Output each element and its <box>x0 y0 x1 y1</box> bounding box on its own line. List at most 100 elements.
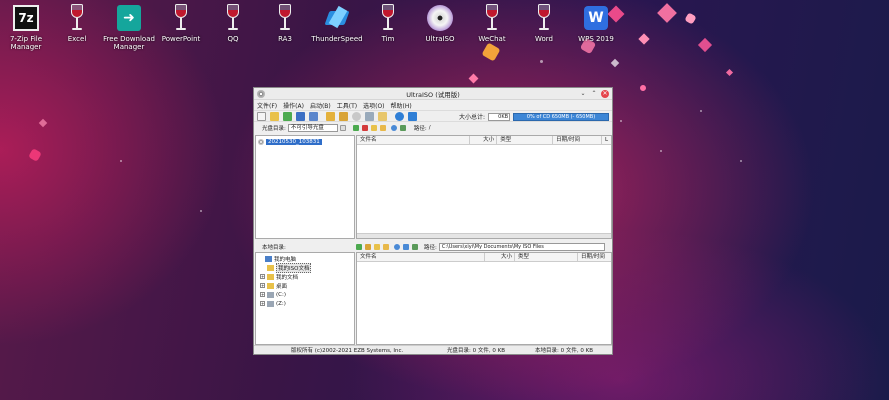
local-add-icon[interactable] <box>356 243 362 250</box>
burn-icon[interactable] <box>352 111 361 121</box>
maximize-button[interactable]: ⌃ <box>590 90 598 98</box>
wine-glass-icon <box>166 3 196 33</box>
col-filename[interactable]: 文件名 <box>357 136 471 144</box>
new-folder-icon[interactable] <box>370 124 377 131</box>
desktop-icon-thunderspeed[interactable]: ThunderSpeed <box>311 3 363 43</box>
view-icon[interactable] <box>399 124 406 131</box>
properties-icon[interactable] <box>378 111 387 121</box>
menu-options[interactable]: 选项(O) <box>363 101 384 110</box>
size-total-label: 大小总计: <box>459 114 486 121</box>
local-col-filename[interactable]: 文件名 <box>357 253 485 261</box>
new-icon[interactable] <box>257 111 266 121</box>
image-status: 光盘目录: 0 文件, 0 KB <box>447 348 505 354</box>
fdm-icon: ➜ <box>114 3 144 33</box>
iso-root-item[interactable]: 20210530_103831 <box>266 138 322 145</box>
up-folder-icon[interactable] <box>379 124 386 131</box>
info-icon[interactable] <box>395 111 404 121</box>
desktop-icon-label: QQ <box>227 35 239 43</box>
local-refresh-icon[interactable] <box>394 243 400 250</box>
computer-icon <box>265 255 272 262</box>
desktop-icon-excel[interactable]: Excel <box>51 3 103 43</box>
menu-help[interactable]: 帮助(H) <box>391 101 412 110</box>
wine-glass-icon <box>477 3 507 33</box>
tree-item-label: 桌面 <box>276 283 288 290</box>
local-file-list[interactable]: 文件名 大小 类型 日期/时间 <box>356 252 612 345</box>
wine-glass-icon <box>529 3 559 33</box>
open-icon[interactable] <box>270 111 279 121</box>
image-path-value: / <box>428 124 431 131</box>
save-icon[interactable] <box>296 111 305 121</box>
desktop-icon-powerpoint[interactable]: PowerPoint <box>155 3 207 43</box>
tree-toggle-icon[interactable]: + <box>260 301 265 306</box>
size-total-value: 0KB <box>488 112 511 121</box>
close-button[interactable]: ✕ <box>601 90 609 98</box>
desktop-icon-word[interactable]: Word <box>518 3 570 43</box>
horizontal-scrollbar[interactable] <box>357 233 611 238</box>
local-tree-item[interactable]: + 我的文档 <box>256 272 354 281</box>
desktop-icon-wechat[interactable]: WeChat <box>466 3 518 43</box>
local-tree-item[interactable]: 我的ISO文档 <box>256 262 354 273</box>
copyright-text: 版权所有 (c)2002-2021 EZB Systems, Inc. <box>291 348 404 354</box>
col-l[interactable]: L <box>602 136 611 144</box>
7zip-icon: 7z <box>11 3 41 33</box>
add-icon[interactable] <box>352 124 359 131</box>
local-col-date[interactable]: 日期/时间 <box>578 253 611 261</box>
drive-icon <box>267 291 274 298</box>
desktop-icon-qq[interactable]: QQ <box>207 3 259 43</box>
local-up-icon[interactable] <box>383 243 389 250</box>
desktop-icon-label: WPS 2019 <box>578 35 614 43</box>
local-path-input[interactable]: C:\Users\xiyi\My Documents\My ISO Files <box>438 242 605 251</box>
desktop-icon-wps-2019[interactable]: W WPS 2019 <box>570 3 622 43</box>
desktop-icon-ra3[interactable]: RA3 <box>259 3 311 43</box>
mount-icon[interactable] <box>326 111 335 121</box>
boot-type-select[interactable]: 不可引导光盘 <box>287 123 338 132</box>
menu-tools[interactable]: 工具(T) <box>337 101 357 110</box>
save-as-icon[interactable] <box>309 111 318 121</box>
boot-select-icon[interactable] <box>339 124 346 131</box>
tree-item-label: (Z:) <box>276 300 286 307</box>
capacity-progress[interactable]: 0% of CD 650MB (- 650MB) <box>513 112 610 121</box>
status-bar: 版权所有 (c)2002-2021 EZB Systems, Inc. 光盘目录… <box>254 345 612 354</box>
desktop-icon-label: Excel <box>67 35 87 43</box>
tree-toggle-icon[interactable]: + <box>260 274 265 279</box>
desktop-icon-free-download-manager[interactable]: ➜ Free Download Manager <box>103 3 155 51</box>
local-col-type[interactable]: 类型 <box>515 253 578 261</box>
local-col-size[interactable]: 大小 <box>485 253 515 261</box>
extract-icon[interactable] <box>283 111 292 121</box>
tree-item-label: 我的文档 <box>276 274 299 281</box>
refresh-icon[interactable] <box>390 124 397 131</box>
menu-actions[interactable]: 操作(A) <box>283 101 304 110</box>
col-type[interactable]: 类型 <box>497 136 554 144</box>
about-icon[interactable] <box>408 111 417 121</box>
wine-glass-icon <box>218 3 248 33</box>
local-settings-icon[interactable] <box>412 243 418 250</box>
col-size[interactable]: 大小 <box>470 136 498 144</box>
tree-toggle-icon[interactable]: + <box>260 292 265 297</box>
compress-icon[interactable] <box>339 111 348 121</box>
local-view-icon[interactable] <box>403 243 409 250</box>
image-tree-pane[interactable]: 20210530_103831 <box>255 135 355 239</box>
image-file-list[interactable]: 文件名 大小 类型 日期/时间 L <box>356 135 612 239</box>
local-delete-icon[interactable] <box>365 243 371 250</box>
menu-bootable[interactable]: 启动(B) <box>310 101 331 110</box>
desktop-icon-ultraiso[interactable]: UltraISO <box>414 3 466 43</box>
desktop-icon-label: ThunderSpeed <box>311 35 363 43</box>
title-bar[interactable]: UltraISO (试用版) ⌄ ⌃ ✕ <box>254 88 612 100</box>
tree-item-label: 我的电脑 <box>274 256 297 263</box>
ultraiso-window: UltraISO (试用版) ⌄ ⌃ ✕ 文件(F) 操作(A) 启动(B) 工… <box>253 87 613 355</box>
tree-toggle-icon[interactable]: + <box>260 283 265 288</box>
minimize-button[interactable]: ⌄ <box>579 90 587 98</box>
desktop-icon-7-zip-file-manager[interactable]: 7z 7-Zip File Manager <box>0 3 52 51</box>
local-dir-label: 本地目录: <box>262 244 286 251</box>
local-tree-item[interactable]: + (Z:) <box>256 299 354 308</box>
desktop-icon-tim[interactable]: Tim <box>362 3 414 43</box>
local-tree-item[interactable]: + (C:) <box>256 290 354 299</box>
virtual-drive-icon[interactable] <box>365 111 374 121</box>
col-date[interactable]: 日期/时间 <box>553 136 602 144</box>
local-tree-item[interactable]: + 桌面 <box>256 281 354 290</box>
menu-file[interactable]: 文件(F) <box>257 101 277 110</box>
delete-icon[interactable] <box>361 124 368 131</box>
local-new-folder-icon[interactable] <box>374 243 380 250</box>
desktop-icon-label: 7-Zip File Manager <box>9 35 43 51</box>
local-tree-pane[interactable]: 我的电脑 我的ISO文档 + 我的文档 + 桌面 + (C:) + (Z:) <box>255 252 355 345</box>
